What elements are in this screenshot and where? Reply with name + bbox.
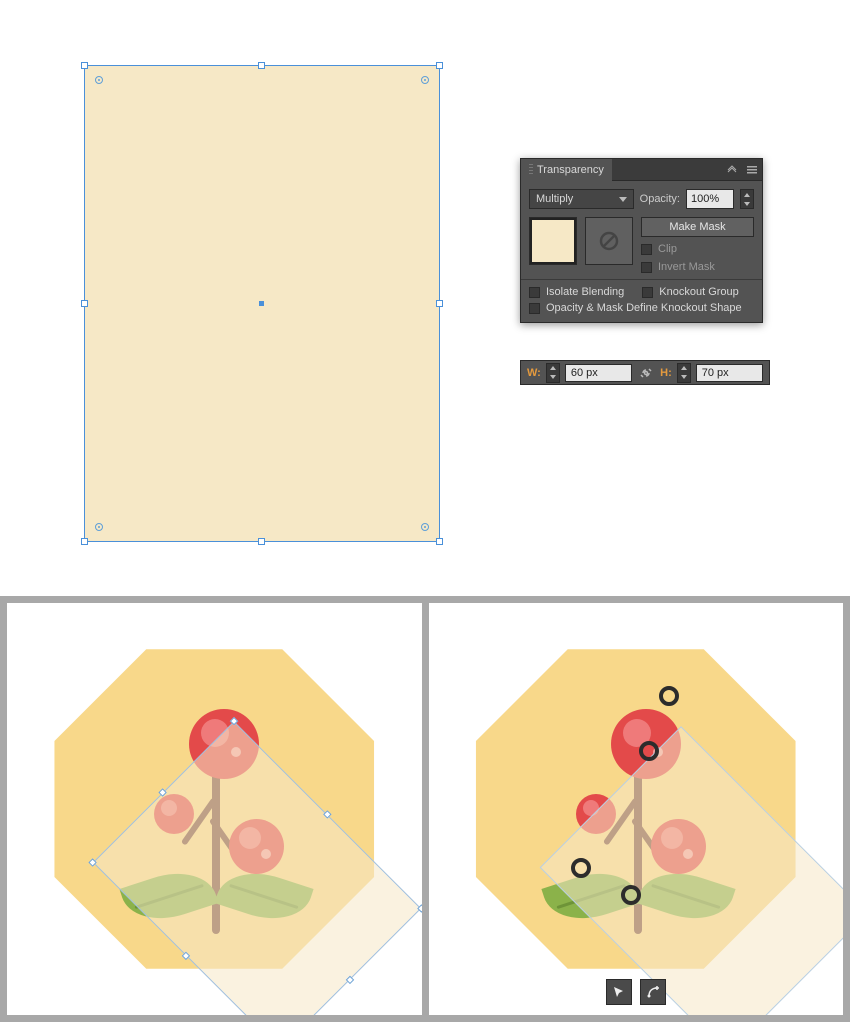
height-label: H: (660, 367, 672, 379)
checkbox-icon (642, 287, 653, 298)
height-input[interactable]: 70 px (696, 364, 763, 382)
checkbox-icon (641, 262, 652, 273)
invert-mask-checkbox[interactable]: Invert Mask (641, 261, 754, 273)
checkbox-icon (529, 303, 540, 314)
no-mask-icon (598, 230, 620, 252)
panel-title: Transparency (537, 164, 604, 176)
blend-mode-dropdown[interactable]: Multiply (529, 189, 634, 209)
width-stepper[interactable] (546, 363, 560, 383)
opacity-thumbnail[interactable] (529, 217, 577, 265)
panel-header[interactable]: Transparency (521, 159, 762, 181)
chevron-down-icon (619, 197, 627, 202)
panel-collapse-icon[interactable] (725, 163, 739, 177)
resize-handle[interactable] (417, 904, 421, 912)
panel-grip-icon (529, 164, 533, 176)
dimensions-toolbar: W: 60 px H: 70 px (520, 360, 770, 385)
resize-handle-mr[interactable] (436, 300, 443, 307)
resize-handle-ml[interactable] (81, 300, 88, 307)
bottom-split (0, 596, 850, 1022)
resize-handle-tl[interactable] (81, 62, 88, 69)
resize-handle-br[interactable] (436, 538, 443, 545)
anchor-point-marker[interactable] (639, 741, 659, 761)
selection-center[interactable] (259, 301, 264, 306)
anchor-point-marker[interactable] (659, 686, 679, 706)
checkbox-icon (529, 287, 540, 298)
corner-widget-tr[interactable] (421, 76, 429, 84)
tool-icons-row (606, 979, 666, 1005)
direct-selection-tool-icon[interactable] (606, 979, 632, 1005)
opacity-mask-define-checkbox[interactable]: Opacity & Mask Define Knockout Shape (529, 302, 754, 314)
resize-handle[interactable] (158, 788, 166, 796)
resize-handle-bl[interactable] (81, 538, 88, 545)
corner-widget-tl[interactable] (95, 76, 103, 84)
corner-widget-bl[interactable] (95, 523, 103, 531)
transparency-panel: Transparency Multiply Opacity: 100% (520, 158, 763, 323)
checkbox-icon (641, 244, 652, 255)
clip-checkbox[interactable]: Clip (641, 243, 754, 255)
panel-menu-icon[interactable] (745, 163, 759, 177)
width-input[interactable]: 60 px (565, 364, 632, 382)
resize-handle-tr[interactable] (436, 62, 443, 69)
opacity-stepper[interactable] (740, 189, 754, 209)
height-stepper[interactable] (677, 363, 691, 383)
resize-handle[interactable] (346, 976, 354, 984)
make-mask-button[interactable]: Make Mask (641, 217, 754, 237)
opacity-value: 100% (691, 193, 719, 205)
blend-mode-value: Multiply (536, 193, 573, 205)
width-label: W: (527, 367, 541, 379)
constrain-proportions-icon[interactable] (637, 364, 655, 382)
knockout-group-checkbox[interactable]: Knockout Group (642, 286, 739, 298)
resize-handle-tm[interactable] (258, 62, 265, 69)
panel-tab-transparency[interactable]: Transparency (521, 159, 612, 181)
resize-handle-bm[interactable] (258, 538, 265, 545)
opacity-input[interactable]: 100% (686, 189, 734, 209)
mask-thumbnail[interactable] (585, 217, 633, 265)
artboard-right[interactable] (429, 603, 844, 1015)
add-anchor-point-tool-icon[interactable] (640, 979, 666, 1005)
isolate-blending-checkbox[interactable]: Isolate Blending (529, 286, 624, 298)
selected-rectangle[interactable] (84, 65, 440, 542)
corner-widget-br[interactable] (421, 523, 429, 531)
anchor-point-marker[interactable] (571, 858, 591, 878)
artboard-left[interactable] (7, 603, 422, 1015)
anchor-point-marker[interactable] (621, 885, 641, 905)
opacity-label: Opacity: (640, 193, 680, 205)
